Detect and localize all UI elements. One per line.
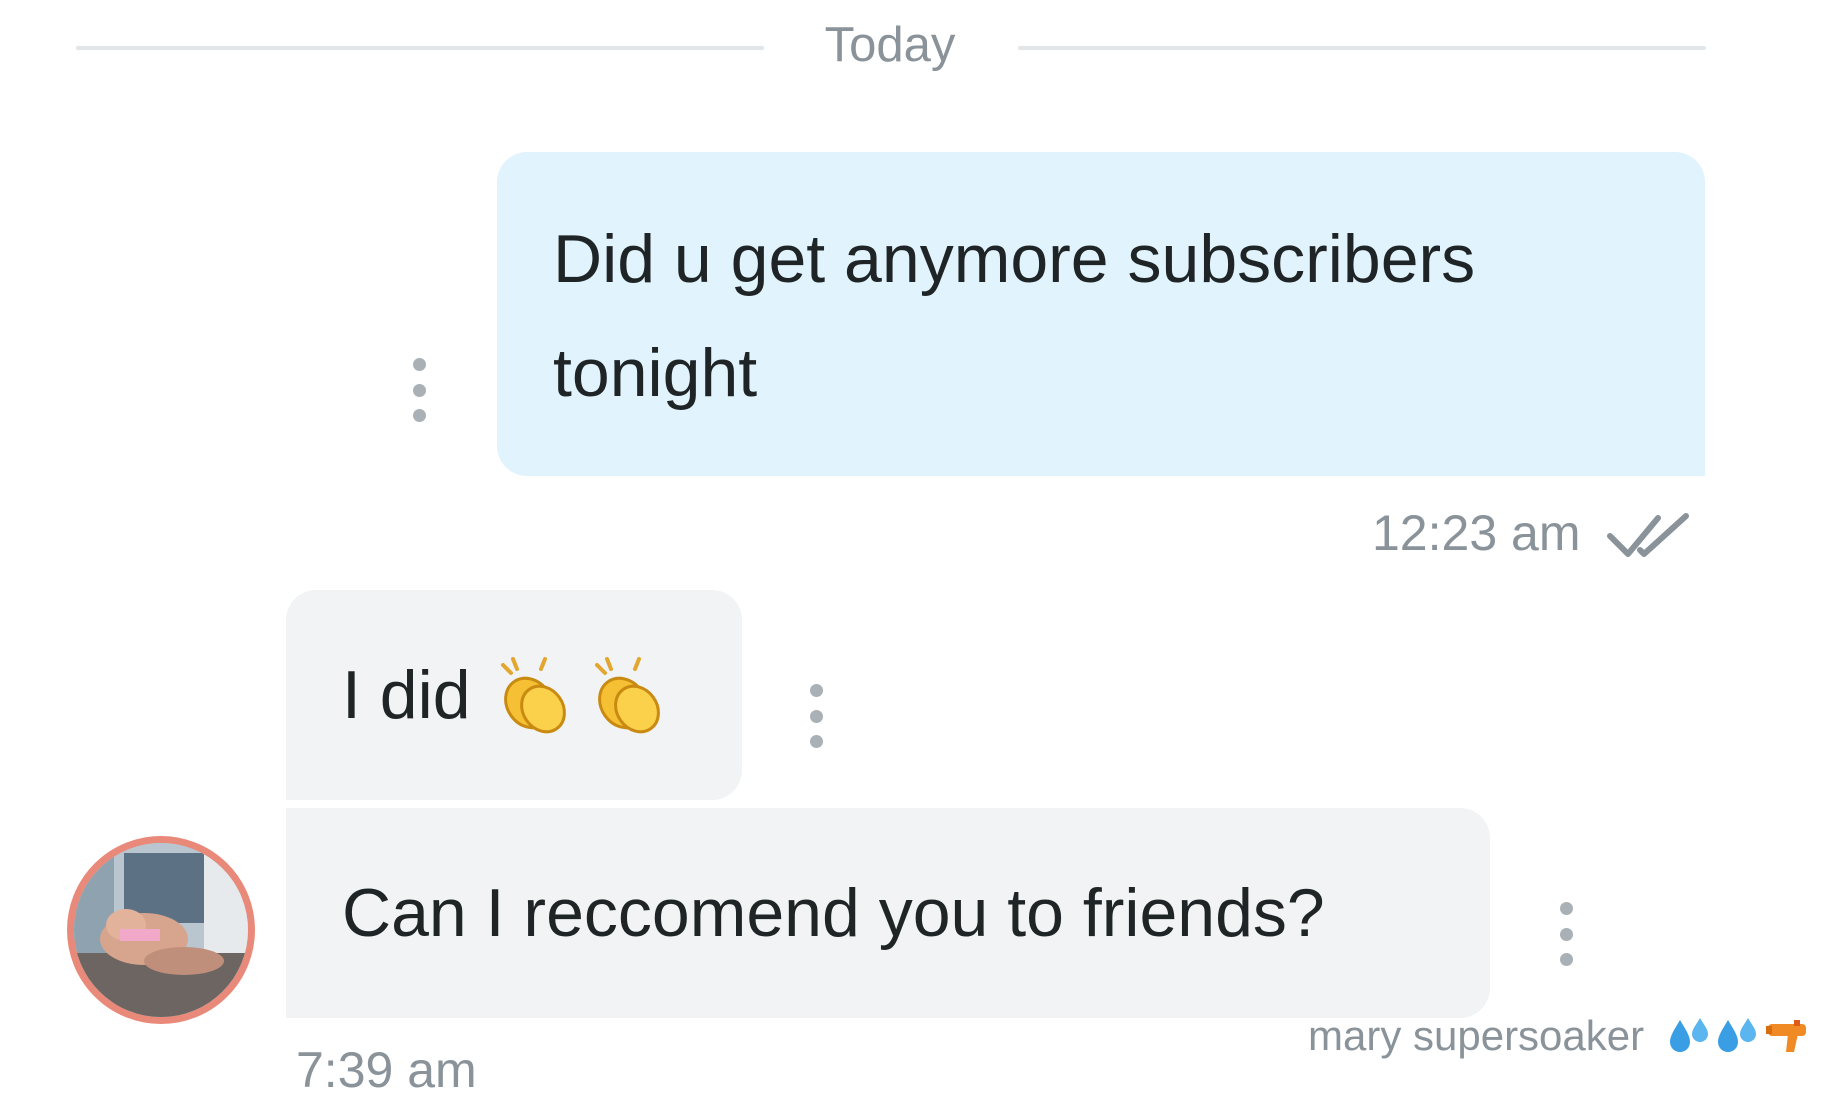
sender-name: mary supersoaker bbox=[1308, 1012, 1645, 1059]
avatar-photo bbox=[74, 843, 248, 1017]
message-timestamp: 12:23 am bbox=[1372, 505, 1581, 561]
message-text: Did u get anymore subscribers tonight bbox=[553, 221, 1476, 411]
sweat-droplets-icon bbox=[1718, 1018, 1756, 1052]
more-vertical-icon bbox=[809, 684, 823, 697]
message-options-button[interactable] bbox=[1554, 902, 1578, 966]
more-vertical-icon bbox=[412, 358, 426, 371]
date-divider-line-left bbox=[76, 46, 764, 50]
clapping-hands-icon bbox=[500, 657, 566, 734]
incoming-message-bubble[interactable]: I did bbox=[286, 590, 742, 800]
incoming-message-bubble[interactable]: Can I reccomend you to friends? bbox=[286, 808, 1490, 1018]
water-pistol-icon bbox=[1766, 1020, 1806, 1052]
sender-avatar[interactable] bbox=[67, 836, 255, 1024]
outgoing-message-bubble[interactable]: Did u get anymore subscribers tonight bbox=[497, 152, 1705, 476]
date-divider-label: Today bbox=[824, 18, 956, 72]
message-text: I did bbox=[342, 657, 471, 733]
message-text: Can I reccomend you to friends? bbox=[342, 875, 1325, 951]
clapping-hands-icon bbox=[594, 657, 660, 734]
sender-name-emojis bbox=[1668, 1014, 1814, 1058]
double-check-icon bbox=[1607, 513, 1689, 557]
more-vertical-icon bbox=[1559, 902, 1573, 915]
message-options-button[interactable] bbox=[804, 684, 828, 748]
message-options-button[interactable] bbox=[407, 358, 431, 422]
message-emojis bbox=[493, 653, 681, 737]
date-divider-line-right bbox=[1018, 46, 1706, 50]
message-timestamp: 7:39 am bbox=[296, 1042, 477, 1098]
sweat-droplets-icon bbox=[1670, 1018, 1708, 1052]
